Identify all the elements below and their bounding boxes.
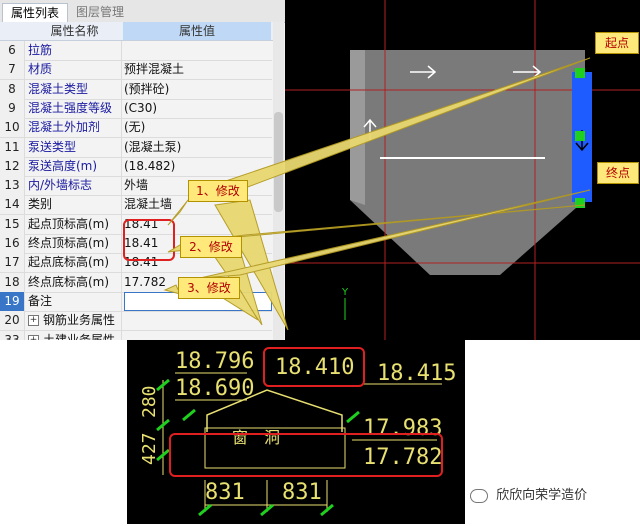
row-number: 20: [0, 311, 25, 331]
dim-18415: 18.415: [377, 361, 456, 386]
callout-end-point: 终点: [597, 162, 639, 184]
table-row[interactable]: 7 材质 预拌混凝土: [0, 60, 272, 81]
table-row[interactable]: 33 + 土建业务属性: [0, 330, 272, 341]
row-number: 7: [0, 60, 25, 80]
table-row[interactable]: 8 混凝土类型 (预拌砼): [0, 79, 272, 100]
property-value[interactable]: 预拌混凝土: [124, 60, 270, 79]
start-grip[interactable]: [575, 68, 585, 78]
row-number: 10: [0, 118, 25, 138]
cad-plan-drawing: Y: [285, 0, 640, 341]
dim-18796: 18.796: [175, 349, 254, 374]
property-name: 终点底标高(m): [28, 272, 122, 292]
callout-start-point: 起点: [595, 32, 639, 54]
highlight-18410: [263, 347, 365, 387]
row-number: 17: [0, 253, 25, 273]
expand-icon[interactable]: +: [28, 315, 39, 327]
wechat-icon: [470, 488, 488, 503]
panel-scrollbar[interactable]: [273, 22, 284, 340]
dim-18690: 18.690: [175, 376, 254, 401]
property-value[interactable]: (预拌砼): [124, 80, 270, 99]
table-row[interactable]: 10 混凝土外加剂 (无): [0, 118, 272, 139]
property-name: 混凝土外加剂: [28, 118, 122, 138]
row-number: 6: [0, 41, 25, 60]
callout-modify-3: 3、修改: [178, 277, 240, 299]
mid-grip[interactable]: [575, 131, 585, 141]
row-number: 12: [0, 156, 25, 176]
callout-modify-2: 2、修改: [180, 236, 242, 258]
property-value[interactable]: (混凝土泵): [124, 138, 270, 157]
property-value[interactable]: (C30): [124, 99, 270, 118]
row-number: 33: [0, 330, 25, 340]
highlight-17782-row: [169, 433, 443, 477]
row-number: 14: [0, 195, 25, 215]
property-name: 泵送类型: [28, 137, 122, 157]
row-number: 13: [0, 176, 25, 196]
dim-831-left: 831: [205, 480, 245, 505]
property-name: 拉筋: [28, 41, 122, 60]
cad-plan-view[interactable]: Y: [285, 0, 640, 341]
row-number: 8: [0, 79, 25, 99]
property-name: 泵送高度(m): [28, 156, 122, 176]
property-panel: 属性列表 图层管理 属性名称 属性值 6 拉筋 7 材质 预拌混凝土 8 混凝土类型 (预拌砼…: [0, 0, 286, 340]
watermark-text: 欣欣向荣学造价: [496, 488, 588, 503]
tab-layer-management[interactable]: 图层管理: [70, 3, 130, 22]
property-value[interactable]: (无): [124, 118, 270, 137]
panel-tabs: 属性列表 图层管理: [0, 0, 285, 23]
highlight-top-elevations: [123, 219, 175, 261]
row-number: 19: [0, 291, 25, 311]
watermark: 欣欣向荣学造价: [470, 484, 640, 506]
header-value: 属性值: [123, 22, 271, 40]
property-name: 材质: [28, 60, 122, 80]
callout-modify-1: 1、修改: [188, 180, 248, 202]
property-name: 混凝土类型: [28, 79, 122, 99]
grid-header: 属性名称 属性值: [0, 22, 282, 41]
expand-icon[interactable]: +: [28, 334, 39, 340]
tick-8: [346, 410, 360, 424]
property-name: + 钢筋业务属性: [28, 311, 122, 331]
group-label: 土建业务属性: [43, 332, 116, 341]
wall-edge: [350, 50, 365, 205]
table-row[interactable]: 20 + 钢筋业务属性: [0, 311, 272, 332]
axis-y-label: Y: [341, 287, 349, 298]
property-name: 备注: [28, 291, 122, 311]
table-row[interactable]: 12 泵送高度(m) (18.482): [0, 156, 272, 177]
row-number: 18: [0, 272, 25, 292]
property-value[interactable]: [124, 311, 270, 330]
table-row[interactable]: 11 泵送类型 (混凝土泵): [0, 137, 272, 158]
table-row[interactable]: 9 混凝土强度等级 (C30): [0, 98, 272, 119]
property-name: 起点顶标高(m): [28, 214, 122, 234]
row-number: 11: [0, 137, 25, 157]
row-number: 16: [0, 234, 25, 253]
property-value[interactable]: [124, 331, 270, 341]
property-name: 类别: [28, 195, 122, 215]
property-name: + 土建业务属性: [28, 330, 122, 341]
tick-7: [182, 408, 196, 422]
header-name: 属性名称: [50, 24, 99, 38]
end-grip[interactable]: [575, 198, 585, 208]
group-label: 钢筋业务属性: [43, 313, 116, 328]
property-name: 内/外墙标志: [28, 176, 122, 196]
tab-property-list[interactable]: 属性列表: [2, 3, 68, 23]
table-row[interactable]: 6 拉筋: [0, 41, 272, 61]
row-number: 15: [0, 214, 25, 234]
property-name: 混凝土强度等级: [28, 98, 122, 118]
dim-280: 280: [139, 385, 160, 418]
dim-427: 427: [139, 432, 160, 465]
dim-831-right: 831: [282, 480, 322, 505]
row-number: 9: [0, 98, 25, 118]
property-value[interactable]: [124, 41, 270, 60]
property-name: 终点顶标高(m): [28, 234, 122, 253]
property-name: 起点底标高(m): [28, 253, 122, 273]
scrollbar-thumb[interactable]: [274, 112, 283, 212]
property-value[interactable]: (18.482): [124, 157, 270, 176]
